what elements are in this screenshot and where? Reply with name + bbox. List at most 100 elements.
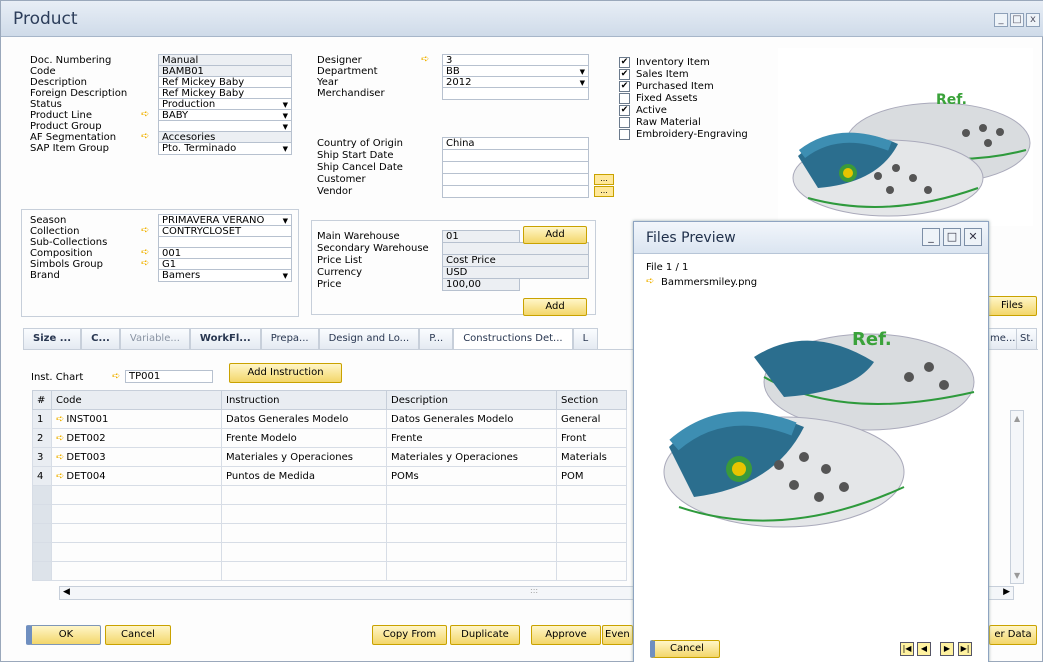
- link-arrow-icon[interactable]: ➪: [141, 132, 152, 142]
- customer-choose-button[interactable]: ...: [594, 174, 614, 185]
- preview-title-bar[interactable]: Files Preview _ □ ✕: [634, 222, 988, 254]
- tab-workfl[interactable]: WorkFl...: [189, 328, 261, 350]
- brand-field[interactable]: Bamers: [158, 269, 292, 282]
- duplicate-button[interactable]: Duplicate: [450, 625, 520, 645]
- prev-file-icon[interactable]: ◀: [917, 642, 931, 656]
- column-header-description[interactable]: Description: [386, 390, 557, 410]
- preview-maximize-button[interactable]: □: [943, 228, 961, 246]
- add-instruction-button[interactable]: Add Instruction: [229, 363, 342, 383]
- vertical-scrollbar[interactable]: ▲ ▼: [1010, 410, 1024, 584]
- tab-design-and-lo[interactable]: Design and Lo...: [318, 328, 420, 350]
- instruction-cell[interactable]: Materiales y Operaciones: [221, 447, 387, 467]
- inventory-item-checkbox[interactable]: ✔: [619, 57, 630, 68]
- column-header-section[interactable]: Section: [556, 390, 627, 410]
- column-header-number[interactable]: #: [32, 390, 52, 410]
- instruction-cell[interactable]: Datos Generales Modelo: [221, 409, 387, 429]
- empty-cell[interactable]: [221, 542, 387, 562]
- description-cell[interactable]: Materiales y Operaciones: [386, 447, 557, 467]
- link-arrow-icon[interactable]: ➪: [56, 471, 64, 482]
- preview-minimize-button[interactable]: _: [922, 228, 940, 246]
- merchandiser-field[interactable]: [442, 87, 589, 100]
- empty-cell[interactable]: [556, 523, 627, 543]
- link-arrow-icon[interactable]: ➪: [141, 259, 152, 269]
- code-cell[interactable]: ➪ DET003: [51, 447, 222, 467]
- events-button[interactable]: Even: [602, 625, 633, 645]
- empty-cell[interactable]: [556, 485, 627, 505]
- scroll-left-icon[interactable]: ◀: [63, 587, 70, 597]
- table-row[interactable]: 3 ➪ DET003 Materiales y Operaciones Material…: [32, 447, 627, 467]
- empty-cell[interactable]: [386, 504, 557, 524]
- sap-item-group-field[interactable]: Pto. Terminado: [158, 142, 292, 155]
- link-arrow-icon[interactable]: ➪: [141, 226, 152, 236]
- scroll-down-icon[interactable]: ▼: [1014, 571, 1020, 580]
- preview-cancel-button[interactable]: Cancel: [650, 640, 720, 658]
- maximize-button[interactable]: □: [1010, 13, 1024, 27]
- section-cell[interactable]: Materials: [556, 447, 627, 467]
- sales-item-checkbox[interactable]: ✔: [619, 69, 630, 80]
- table-row-empty[interactable]: [32, 542, 627, 562]
- purchased-item-checkbox[interactable]: ✔: [619, 81, 630, 92]
- empty-cell[interactable]: [556, 504, 627, 524]
- close-button[interactable]: x: [1026, 13, 1040, 27]
- empty-cell[interactable]: [221, 504, 387, 524]
- empty-cell[interactable]: [556, 542, 627, 562]
- next-file-icon[interactable]: ▶: [940, 642, 954, 656]
- instruction-cell[interactable]: Puntos de Medida: [221, 466, 387, 486]
- table-row-empty[interactable]: [32, 523, 627, 543]
- section-cell[interactable]: General: [556, 409, 627, 429]
- empty-cell[interactable]: [221, 561, 387, 581]
- file-link-icon[interactable]: ➪: [646, 276, 654, 287]
- instruction-cell[interactable]: Frente Modelo: [221, 428, 387, 448]
- table-row-empty[interactable]: [32, 504, 627, 524]
- tab-variable[interactable]: Variable...: [119, 328, 190, 350]
- embroidery-engraving-checkbox[interactable]: [619, 129, 630, 140]
- empty-cell[interactable]: [51, 523, 222, 543]
- approve-button[interactable]: Approve: [531, 625, 601, 645]
- link-arrow-icon[interactable]: ➪: [56, 452, 64, 463]
- empty-cell[interactable]: [386, 561, 557, 581]
- add-price-button[interactable]: Add: [523, 298, 587, 316]
- first-file-icon[interactable]: |◀: [900, 642, 914, 656]
- tab-size[interactable]: Size ...: [23, 328, 82, 350]
- tab-constructions-det[interactable]: Constructions Det...: [453, 328, 573, 350]
- column-header-code[interactable]: Code: [51, 390, 222, 410]
- empty-cell[interactable]: [51, 485, 222, 505]
- tab-l[interactable]: L: [572, 328, 599, 350]
- empty-cell[interactable]: [51, 561, 222, 581]
- link-arrow-icon[interactable]: ➪: [421, 55, 432, 65]
- section-cell[interactable]: POM: [556, 466, 627, 486]
- active-checkbox[interactable]: ✔: [619, 105, 630, 116]
- code-cell[interactable]: ➪ DET004: [51, 466, 222, 486]
- empty-cell[interactable]: [221, 485, 387, 505]
- title-bar[interactable]: Product _ □ x: [1, 1, 1043, 37]
- code-cell[interactable]: ➪ INST001: [51, 409, 222, 429]
- link-arrow-icon[interactable]: ➪: [56, 433, 64, 444]
- copy-from-button[interactable]: Copy From: [372, 625, 447, 645]
- empty-cell[interactable]: [221, 523, 387, 543]
- empty-cell[interactable]: [51, 542, 222, 562]
- table-row[interactable]: 1 ➪ INST001 Datos Generales Modelo Datos Gen…: [32, 409, 627, 429]
- price-field[interactable]: 100,00: [442, 278, 520, 291]
- scroll-right-icon[interactable]: ▶: [1003, 587, 1010, 597]
- tab-me[interactable]: me...: [986, 328, 1020, 350]
- scroll-grip-icon[interactable]: :::: [530, 586, 538, 595]
- files-button[interactable]: Files: [987, 296, 1037, 316]
- link-arrow-icon[interactable]: ➪: [141, 110, 152, 120]
- inst-chart-field[interactable]: TP001: [125, 370, 213, 383]
- empty-cell[interactable]: [386, 485, 557, 505]
- description-cell[interactable]: POMs: [386, 466, 557, 486]
- vendor-field[interactable]: [442, 185, 589, 198]
- section-cell[interactable]: Front: [556, 428, 627, 448]
- table-row[interactable]: 4 ➪ DET004 Puntos de Medida POMs POM: [32, 466, 627, 486]
- cancel-button[interactable]: Cancel: [105, 625, 171, 645]
- table-row-empty[interactable]: [32, 485, 627, 505]
- tab-st[interactable]: St.: [1016, 328, 1038, 350]
- minimize-button[interactable]: _: [994, 13, 1008, 27]
- tab-prepa[interactable]: Prepa...: [260, 328, 319, 350]
- link-arrow-icon[interactable]: ➪: [141, 248, 152, 258]
- scroll-up-icon[interactable]: ▲: [1014, 414, 1020, 423]
- description-cell[interactable]: Datos Generales Modelo: [386, 409, 557, 429]
- empty-cell[interactable]: [556, 561, 627, 581]
- empty-cell[interactable]: [386, 523, 557, 543]
- tab-p[interactable]: P...: [419, 328, 454, 350]
